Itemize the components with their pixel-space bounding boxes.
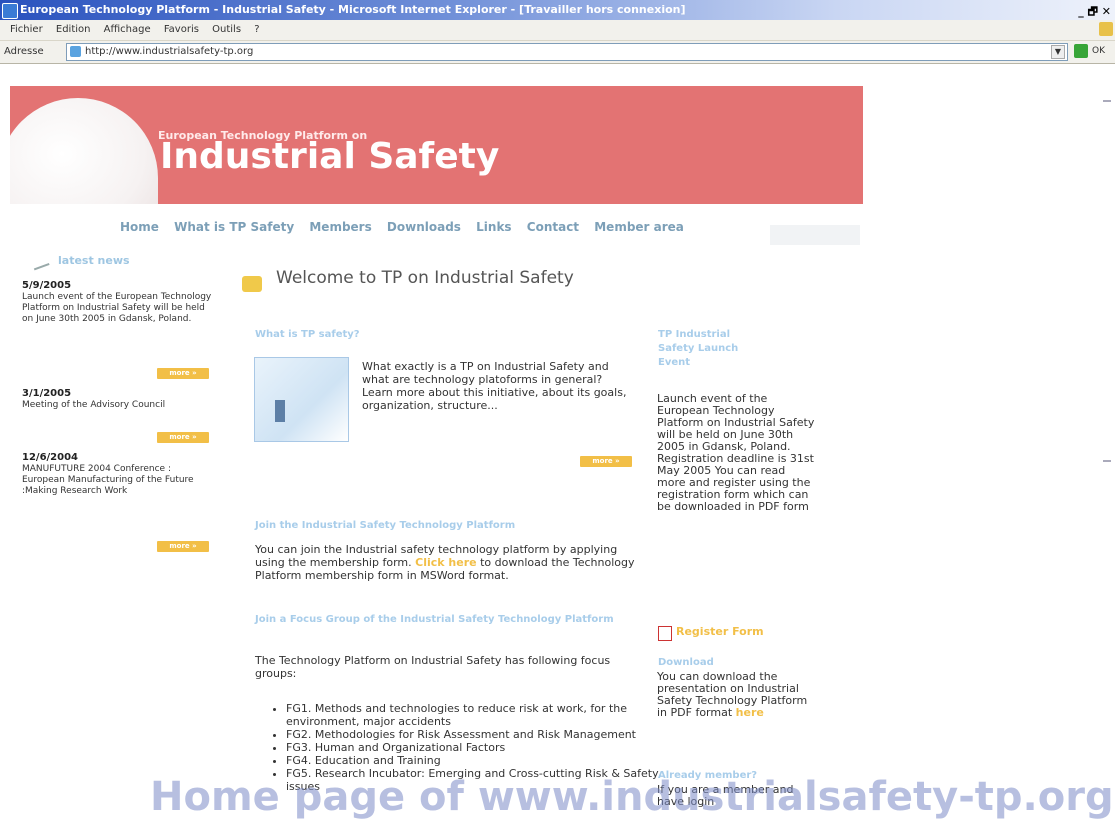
window-titlebar: European Technology Platform - Industria… — [0, 0, 1115, 20]
news-date: 3/1/2005 — [22, 388, 72, 399]
header-banner: European Technology Platform on Industri… — [10, 86, 863, 204]
login-box-stub — [770, 225, 860, 245]
list-item: FG3. Human and Organizational Factors — [286, 741, 666, 754]
news-date: 12/6/2004 — [22, 452, 79, 463]
caption-overlay: Home page of www.industrialsafety-tp.org — [150, 774, 1114, 820]
latest-news-title: latest news — [58, 254, 130, 267]
scroll-marker — [1103, 460, 1111, 462]
menu-edition[interactable]: Edition — [56, 24, 91, 35]
click-here-link[interactable]: Click here — [415, 556, 476, 569]
window-controls[interactable]: _ 🗗 ✕ — [1078, 2, 1111, 22]
more-button[interactable]: more » — [157, 368, 209, 379]
windows-logo-icon — [1099, 22, 1113, 36]
nav-contact[interactable]: Contact — [527, 220, 579, 234]
join-platform-title[interactable]: Join the Industrial Safety Technology Pl… — [255, 520, 635, 531]
go-button[interactable]: OK — [1092, 46, 1105, 56]
intro-thumbnail — [254, 357, 349, 442]
nav-what-is-tp-safety[interactable]: What is TP Safety — [174, 220, 294, 234]
main-nav: Home What is TP Safety Members Downloads… — [120, 220, 695, 234]
window-title: European Technology Platform - Industria… — [20, 3, 686, 16]
address-input[interactable]: http://www.industrialsafety-tp.org ▼ — [66, 43, 1068, 61]
news-date: 5/9/2005 — [22, 280, 72, 291]
scroll-marker — [1103, 100, 1111, 102]
nav-members[interactable]: Members — [309, 220, 371, 234]
puzzle-icon — [242, 276, 262, 292]
menu-favoris[interactable]: Favoris — [164, 24, 199, 35]
list-item: FG2. Methodologies for Risk Assessment a… — [286, 728, 666, 741]
more-button[interactable]: more » — [157, 541, 209, 552]
news-icon — [30, 253, 50, 271]
list-item: FG1. Methods and technologies to reduce … — [286, 702, 666, 728]
banner-title: Industrial Safety — [160, 136, 500, 177]
menu-affichage[interactable]: Affichage — [104, 24, 151, 35]
nav-links[interactable]: Links — [476, 220, 511, 234]
more-button[interactable]: more » — [157, 432, 209, 443]
news-item: 12/6/2004 MANUFUTURE 2004 Conference : E… — [22, 452, 212, 497]
page-icon — [70, 46, 81, 57]
more-button[interactable]: more » — [580, 456, 632, 467]
menu-outils[interactable]: Outils — [212, 24, 241, 35]
download-title: Download — [658, 657, 714, 668]
news-text: MANUFUTURE 2004 Conference : European Ma… — [22, 464, 194, 496]
focus-group-title[interactable]: Join a Focus Group of the Industrial Saf… — [255, 613, 625, 626]
address-label: Adresse — [4, 46, 44, 57]
pdf-icon — [658, 626, 672, 641]
what-is-tp-title[interactable]: What is TP safety? — [255, 329, 360, 340]
launch-event-title[interactable]: TP Industrial Safety Launch Event — [658, 328, 768, 370]
go-arrow-icon[interactable] — [1074, 44, 1088, 58]
news-text: Launch event of the European Technology … — [22, 292, 212, 324]
menu-bar: Fichier Edition Affichage Favoris Outils… — [0, 20, 1115, 41]
download-text-body: You can download the presentation on Ind… — [657, 670, 808, 719]
register-form-link[interactable]: Register Form — [676, 625, 764, 638]
menu-help[interactable]: ? — [254, 24, 259, 35]
what-is-tp-text: What exactly is a TP on Industrial Safet… — [362, 360, 627, 412]
nav-downloads[interactable]: Downloads — [387, 220, 461, 234]
helmet-image — [10, 98, 158, 204]
welcome-heading: Welcome to TP on Industrial Safety — [276, 268, 574, 288]
list-item: FG4. Education and Training — [286, 754, 666, 767]
join-platform-text: You can join the Industrial safety techn… — [255, 543, 640, 582]
address-bar: Adresse http://www.industrialsafety-tp.o… — [0, 41, 1115, 64]
download-text: You can download the presentation on Ind… — [657, 671, 817, 719]
download-here-link[interactable]: here — [736, 706, 764, 719]
news-item: 5/9/2005 Launch event of the European Te… — [22, 280, 212, 325]
news-text: Meeting of the Advisory Council — [22, 400, 166, 410]
ie-app-icon — [2, 3, 18, 19]
address-url: http://www.industrialsafety-tp.org — [85, 46, 254, 57]
menu-fichier[interactable]: Fichier — [10, 24, 43, 35]
focus-group-intro: The Technology Platform on Industrial Sa… — [255, 654, 611, 680]
launch-event-text: Launch event of the European Technology … — [657, 392, 815, 513]
nav-member-area[interactable]: Member area — [594, 220, 684, 234]
person-figure-icon — [275, 400, 285, 422]
news-item: 3/1/2005 Meeting of the Advisory Council — [22, 388, 212, 411]
nav-home[interactable]: Home — [120, 220, 159, 234]
chevron-down-icon[interactable]: ▼ — [1051, 45, 1065, 59]
